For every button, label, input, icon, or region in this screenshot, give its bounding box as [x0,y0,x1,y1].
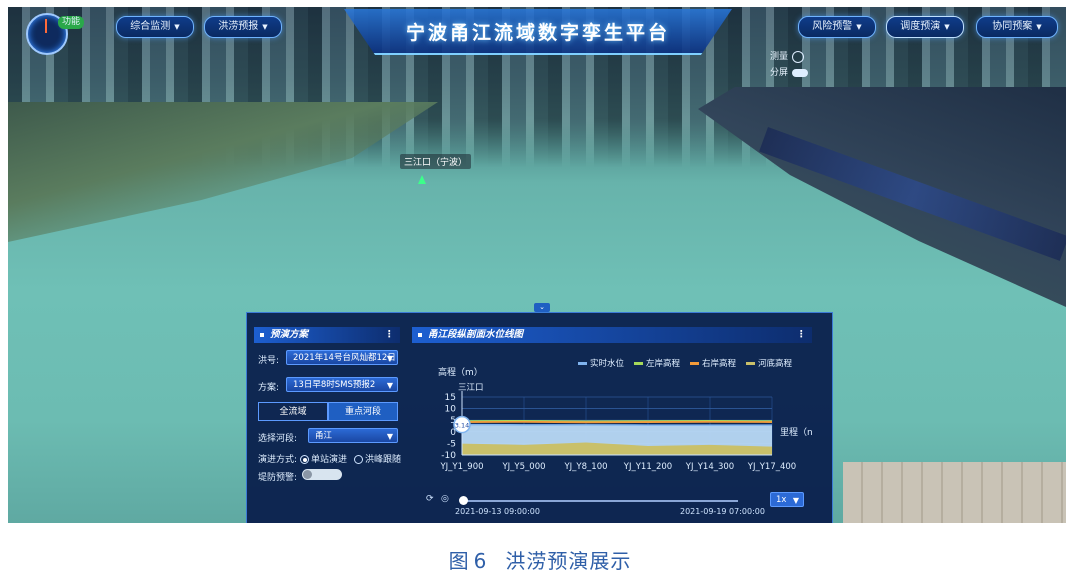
timeline-knob[interactable] [459,496,468,505]
timeline-track[interactable] [463,500,738,502]
flood-select[interactable]: 2021年14号台风灿都12日 ▼ [286,350,398,365]
profile-chart: 高程（m）三江口里程（n151050-5-10YJ_Y1_900 YJ_Y5_00… [438,366,813,472]
plan-panel-title: 预演方案 [270,329,309,340]
tool-label: 测量 [770,52,789,62]
reach-label: 选择河段: [258,434,298,444]
flood-label: 洪号: [258,356,280,366]
nav-plan[interactable]: 协同预案 ▼ [976,16,1058,38]
caption-number: 6 [473,549,488,573]
chevron-down-icon: ▼ [856,23,862,31]
left-bank [8,102,438,242]
dike-label: 堤防预警: [258,473,298,483]
nav-label: 协同预案 [992,21,1033,32]
chevron-down-icon: ▼ [944,23,950,31]
nav-dispatch[interactable]: 调度预演 ▼ [886,16,964,38]
scheme-label: 方案: [258,383,280,393]
tool-label: 分屏 [770,68,789,78]
time-start: 2021-09-13 09:00:00 [455,507,540,516]
water-area [462,424,772,448]
chevron-down-icon: ▼ [386,381,393,390]
chevron-down-icon: ▼ [386,354,393,363]
tool-measure[interactable]: 测量 [770,49,808,65]
y-tick-label: 15 [445,393,456,403]
profile-panel-title: 甬江段纵剖面水位线图 [428,329,524,340]
more-icon[interactable]: ⋮ [385,327,395,343]
nav-monitor[interactable]: 综合监测 ▼ [116,16,194,38]
profile-panel-header: 甬江段纵剖面水位线图 ⋮ [412,327,812,343]
radio-icon [354,455,363,464]
plan-panel-header: 预演方案 ⋮ [254,327,400,343]
tool-split[interactable]: 分屏 [770,65,809,81]
riverside-plaza [843,462,1066,523]
measure-icon [792,50,805,63]
location-label[interactable]: 三江口（宁波） [400,154,472,169]
mode-radio-single[interactable]: 单站演进 [300,452,347,465]
flood-value: 2021年14号台风灿都12日 [293,353,396,363]
top-bar: 功能 综合监测 ▼ 洪涝预报 ▼ 宁波甬江流域数字孪生平台 风险预警 ▼ 调度预演 ▼ … [8,7,1066,78]
nav-label: 调度预演 [900,21,941,32]
x-tick-label: YJ_Y17_400 [747,462,796,472]
time-end: 2021-09-19 07:00:00 [680,507,765,516]
chevron-down-icon: ▼ [386,432,393,441]
bullet-icon [418,332,422,337]
chevron-down-icon: ▼ [174,23,180,31]
nav-label: 洪涝预报 [218,21,259,32]
marker-value: 3.14 [455,422,469,430]
speed-select[interactable]: 1x ▼ [770,492,804,507]
mode-label: 演进方式: [258,455,298,465]
speed-value: 1x [776,495,787,505]
radio-icon [300,455,309,464]
x-tick-label: YJ_Y5_000 [501,462,545,472]
scheme-value: 13日早8时SMS预报2 [293,380,376,390]
split-toggle-icon [792,68,809,77]
side-tools: 测量 分屏 [770,49,809,81]
right-bank [698,87,1066,307]
x-tick-label: YJ_Y1_900 [439,462,483,472]
x-axis-label: 里程（n [780,427,813,438]
bullet-icon [260,332,264,337]
y-axis-label: 高程（m） [438,366,483,378]
page-title: 宁波甬江流域数字孪生平台 [405,22,670,44]
scheme-select[interactable]: 13日早8时SMS预报2 ▼ [286,377,398,392]
replay-icon[interactable]: ⟳ [426,494,434,504]
nav-label: 风险预警 [812,21,853,32]
reach-select[interactable]: 甬江 ▼ [308,428,398,443]
dike-warning-toggle[interactable] [302,469,342,480]
play-icon[interactable]: ◎ [441,494,449,504]
reach-value: 甬江 [315,431,333,441]
more-icon[interactable]: ⋮ [797,327,807,343]
x-tick-label: YJ_Y8_100 [563,462,607,472]
nav-forecast[interactable]: 洪涝预报 ▼ [204,16,282,38]
location-pin-icon[interactable] [418,175,426,184]
chevron-down-icon: ▼ [1036,23,1042,31]
tab-key-reach[interactable]: 重点河段 [328,402,398,421]
mode-option-label: 洪峰跟随 [365,455,402,465]
figure-caption: 图 6 洪涝预演展示 [0,545,1080,574]
nav-label: 综合监测 [130,21,171,32]
chevron-down-icon: ▼ [262,23,268,31]
mode-radio-peak[interactable]: 洪峰跟随 [354,452,401,465]
scene-view[interactable]: 功能 综合监测 ▼ 洪涝预报 ▼ 宁波甬江流域数字孪生平台 风险预警 ▼ 调度预演 ▼ … [8,7,1066,523]
func-badge[interactable]: 功能 [58,16,85,29]
caption-text: 洪涝预演展示 [505,549,632,573]
nav-risk[interactable]: 风险预警 ▼ [798,16,876,38]
y-tick-label: 10 [445,405,457,415]
mode-option-label: 单站演进 [311,455,348,465]
collapse-toggle[interactable]: ⌄ [534,303,550,312]
x-tick-label: YJ_Y11_200 [623,462,672,472]
y-tick-label: -5 [447,439,456,449]
y-tick-label: -10 [441,451,456,461]
caption-figure: 图 [448,549,470,573]
tab-full-basin[interactable]: 全流域 [258,402,328,421]
chevron-down-icon: ▼ [792,496,799,505]
x-tick-label: YJ_Y14_300 [685,462,734,472]
